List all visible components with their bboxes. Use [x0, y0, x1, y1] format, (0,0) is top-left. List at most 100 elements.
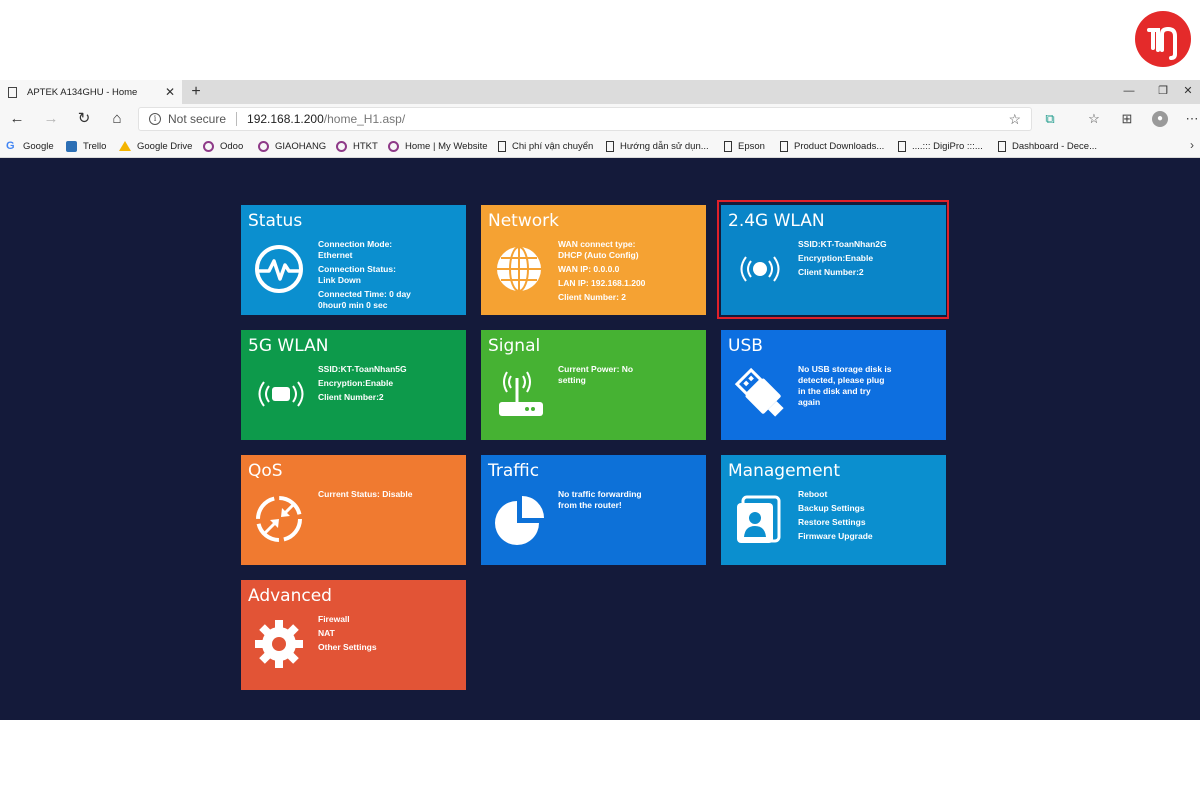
- collections-icon[interactable]: ⊞: [1119, 111, 1135, 127]
- new-tab-button[interactable]: +: [186, 81, 206, 103]
- tile-info: Reboot Backup Settings Restore Settings …: [798, 489, 938, 542]
- odoo-icon: [388, 140, 399, 152]
- info-line: SSID:KT-ToanNhan2G: [798, 239, 887, 249]
- brand-logo: [1135, 11, 1191, 67]
- active-tab[interactable]: APTEK A134GHU - Home ✕: [0, 80, 182, 104]
- usb-tile[interactable]: USB No USB storage disk is detected, ple…: [721, 330, 946, 440]
- navigation-bar: ← → ↻ ⌂ i Not secure 192.168.1.200 /home…: [0, 104, 1200, 134]
- router-signal-icon: [499, 371, 543, 416]
- qos-tile[interactable]: QoS Current Status: Disable: [241, 455, 466, 565]
- pulse-monitor-icon: [255, 245, 303, 293]
- bookmarks-bar: G Google Trello Google Drive Odoo GIAOHA…: [0, 134, 1200, 158]
- tile-info: Current Power: No setting: [558, 364, 698, 386]
- info-line: No USB storage disk is detected, please …: [798, 364, 892, 407]
- minimize-button[interactable]: —: [1112, 82, 1146, 100]
- chevron-right-icon[interactable]: ›: [1190, 138, 1194, 152]
- pie-chart-icon: [495, 496, 544, 545]
- management-tile[interactable]: Management Reboot Backup Settings Restor…: [721, 455, 946, 565]
- menu-link[interactable]: Firmware Upgrade: [798, 531, 938, 542]
- screenshot-page: APTEK A134GHU - Home ✕ + — ❐ ✕ ← → ↻ ⌂ i…: [0, 0, 1200, 800]
- tile-title: 2.4G WLAN: [728, 211, 825, 231]
- tile-title: Signal: [488, 336, 541, 356]
- info-line: Current Power: No setting: [558, 364, 634, 385]
- refresh-button[interactable]: ↻: [73, 109, 95, 129]
- info-line: Client Number: 2: [558, 292, 627, 302]
- info-line: Connection Status: Link Down: [318, 264, 396, 285]
- info-line: Connected Time: 0 day 0hour0 min 0 sec: [318, 289, 411, 310]
- address-bar[interactable]: i Not secure 192.168.1.200 /home_H1.asp/…: [138, 107, 1032, 131]
- bookmark-item[interactable]: Home | My Website: [388, 138, 488, 154]
- page-icon: [606, 140, 614, 152]
- menu-link[interactable]: Backup Settings: [798, 503, 938, 514]
- tile-info: No traffic forwarding from the router!: [558, 489, 698, 511]
- restore-button[interactable]: ❐: [1146, 82, 1180, 100]
- menu-link[interactable]: Firewall: [318, 614, 458, 625]
- info-icon[interactable]: i: [149, 113, 161, 125]
- url-path: /home_H1.asp/: [323, 112, 406, 126]
- tile-info: Firewall NAT Other Settings: [318, 614, 458, 653]
- info-line: WAN connect type: DHCP (Auto Config): [558, 239, 639, 260]
- traffic-tile[interactable]: Traffic No traffic forwarding from the r…: [481, 455, 706, 565]
- tile-title: Traffic: [488, 461, 540, 481]
- usb-drive-icon: [734, 367, 784, 417]
- page-icon: [780, 140, 788, 152]
- info-line: Encryption:Enable: [798, 253, 874, 263]
- tile-info: Current Status: Disable: [318, 489, 458, 500]
- bookmark-item[interactable]: Dashboard - Dece...: [998, 138, 1097, 154]
- profile-avatar-icon[interactable]: ●: [1152, 111, 1168, 127]
- bookmark-star-icon[interactable]: ☆: [1008, 111, 1021, 128]
- wifi-broadcast-icon: [740, 256, 780, 282]
- more-menu-icon[interactable]: ⋯: [1184, 111, 1200, 127]
- google-drive-icon: [119, 141, 131, 151]
- bookmark-item[interactable]: Odoo: [203, 138, 243, 154]
- tile-info: SSID:KT-ToanNhan5G Encryption:Enable Cli…: [318, 364, 458, 403]
- bookmark-item[interactable]: Product Downloads...: [780, 138, 884, 154]
- info-line: Current Status: Disable: [318, 489, 413, 499]
- signal-tile[interactable]: Signal Current Power: No setting: [481, 330, 706, 440]
- wlan-24g-tile[interactable]: 2.4G WLAN SSID:KT-ToanNhan2G Encryption:…: [721, 205, 946, 315]
- close-window-button[interactable]: ✕: [1176, 82, 1200, 100]
- back-button[interactable]: ←: [6, 109, 28, 129]
- tile-title: Management: [728, 461, 840, 481]
- network-tile[interactable]: Network WAN connect type: DHCP (Auto Con…: [481, 205, 706, 315]
- tile-title: Advanced: [248, 586, 332, 606]
- browser-window: APTEK A134GHU - Home ✕ + — ❐ ✕ ← → ↻ ⌂ i…: [0, 80, 1200, 720]
- tile-info: SSID:KT-ToanNhan2G Encryption:Enable Cli…: [798, 239, 938, 278]
- wlan-5g-tile[interactable]: 5G WLAN SSID:KT-ToanNhan5G Encryption:En…: [241, 330, 466, 440]
- translate-icon[interactable]: ⧉: [1042, 111, 1058, 127]
- bookmark-item[interactable]: GIAOHANG: [258, 138, 326, 154]
- status-tile[interactable]: Status Connection Mode: Ethernet Connect…: [241, 205, 466, 315]
- bookmark-item[interactable]: Google Drive: [119, 138, 192, 154]
- divider: [236, 112, 238, 126]
- close-tab-icon[interactable]: ✕: [162, 85, 178, 99]
- bookmark-item[interactable]: Hướng dẫn sử dụn...: [606, 138, 709, 154]
- favorites-icon[interactable]: ☆: [1086, 111, 1102, 127]
- tab-title: APTEK A134GHU - Home: [27, 86, 138, 98]
- bookmark-item[interactable]: G Google: [6, 138, 54, 154]
- bookmark-item[interactable]: ....::: DigiPro :::...: [898, 138, 983, 154]
- odoo-icon: [203, 140, 214, 152]
- bookmark-item[interactable]: Chi phí vận chuyển: [498, 138, 593, 154]
- page-icon: [998, 140, 1006, 152]
- tile-title: 5G WLAN: [248, 336, 329, 356]
- tab-bar: APTEK A134GHU - Home ✕ + — ❐ ✕: [0, 80, 1200, 104]
- security-status: Not secure: [168, 112, 227, 126]
- home-button[interactable]: ⌂: [106, 109, 128, 129]
- advanced-tile[interactable]: Advanced Firewall NAT Other Settings: [241, 580, 466, 690]
- info-line: LAN IP: 192.168.1.200: [558, 278, 646, 288]
- trello-icon: [66, 140, 77, 152]
- info-line: WAN IP: 0.0.0.0: [558, 264, 620, 274]
- google-icon: G: [6, 139, 15, 152]
- menu-link[interactable]: Reboot: [798, 489, 938, 500]
- bookmark-item[interactable]: Epson: [724, 138, 765, 154]
- info-line: Client Number:2: [798, 267, 864, 277]
- menu-link[interactable]: Restore Settings: [798, 517, 938, 528]
- bookmark-item[interactable]: Trello: [66, 138, 106, 154]
- menu-link[interactable]: Other Settings: [318, 642, 458, 653]
- forward-button[interactable]: →: [40, 109, 62, 129]
- bookmark-item[interactable]: HTKT: [336, 138, 378, 154]
- menu-link[interactable]: NAT: [318, 628, 458, 639]
- page-icon: [898, 140, 906, 152]
- tile-title: Status: [248, 211, 303, 231]
- compress-arrows-icon: [256, 496, 302, 542]
